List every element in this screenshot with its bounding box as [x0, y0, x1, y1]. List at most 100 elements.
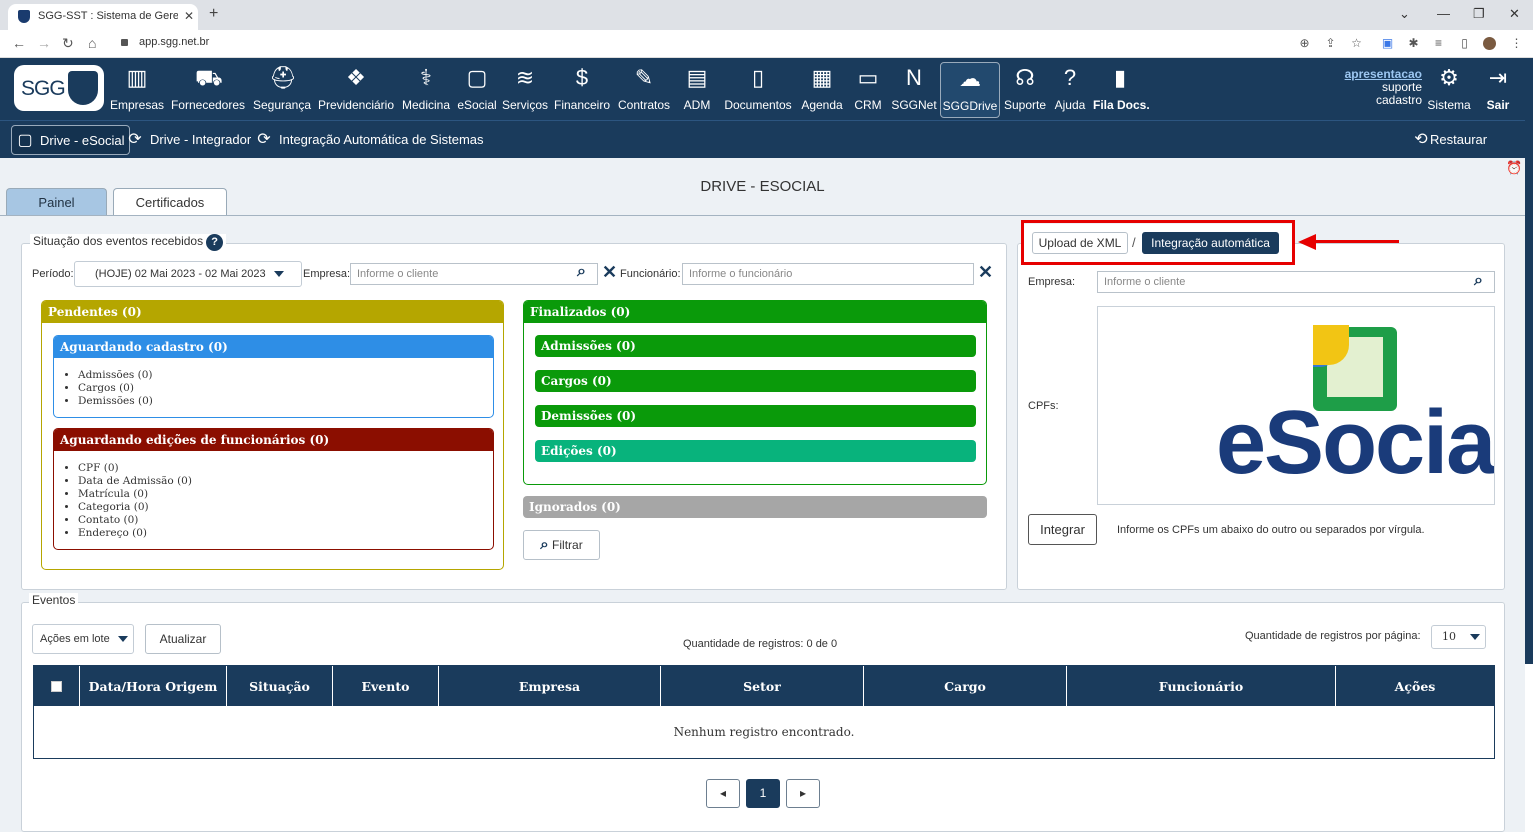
select-all-checkbox[interactable]	[51, 680, 62, 692]
module-contratos[interactable]: ✎ Contratos	[617, 62, 671, 118]
clear-funcionario-icon[interactable]: ✕	[978, 262, 993, 283]
tab-search-icon[interactable]: ⌄	[1399, 6, 1410, 22]
module-adm[interactable]: ▤ ADM	[680, 62, 714, 118]
finalizados-demissoes[interactable]: Demissões (0)	[535, 405, 976, 427]
module-documentos[interactable]: ▯ Documentos	[722, 62, 794, 118]
sub-toolbar: ▢ Drive - eSocial ⟳ Drive - Integrador ⟳ In…	[0, 120, 1525, 158]
edicoes-list: CPF (0) Data de Admissão (0) Matrícula (…	[54, 462, 192, 540]
search-icon[interactable]: ⌕	[577, 263, 586, 281]
module-medicina[interactable]: ⚕ Medicina	[400, 62, 452, 118]
tab-painel[interactable]: Painel	[6, 188, 107, 216]
acoes-lote-select[interactable]: Ações em lote	[32, 624, 134, 654]
url-field[interactable]: app.sgg.net.br	[139, 36, 209, 48]
filtrar-button[interactable]: ⌕ Filtrar	[523, 530, 600, 560]
finalizados-header[interactable]: Finalizados (0)	[524, 301, 986, 323]
list-item[interactable]: Cargos (0)	[78, 382, 153, 395]
home-icon[interactable]: ⌂	[88, 35, 96, 51]
integ-empresa-input[interactable]: Informe o cliente	[1097, 271, 1495, 293]
reload-icon[interactable]: ↻	[62, 35, 74, 52]
finalizados-admissoes[interactable]: Admissões (0)	[535, 335, 976, 357]
new-tab-icon[interactable]: +	[209, 5, 218, 23]
restaurar-button[interactable]: ⟲ Restaurar	[1412, 125, 1487, 155]
page-1-button[interactable]: 1	[746, 779, 780, 808]
sistema-button[interactable]: ⚙ Sistema	[1424, 62, 1474, 118]
list-item[interactable]: Data de Admissão (0)	[78, 475, 192, 488]
tab-certificados[interactable]: Certificados	[113, 188, 227, 216]
browser-tab[interactable]: SGG-SST : Sistema de Gerenciam ✕	[8, 4, 198, 30]
ignorados-bar[interactable]: Ignorados (0)	[523, 496, 987, 518]
integrar-button[interactable]: Integrar	[1028, 514, 1097, 545]
module-suporte[interactable]: ☊ Suporte	[1003, 62, 1047, 118]
pendentes-header[interactable]: Pendentes (0)	[42, 301, 503, 323]
cpfs-textarea[interactable]: eSocial	[1097, 306, 1495, 505]
module-financeiro[interactable]: $ Financeiro	[553, 62, 611, 118]
side-panel-icon[interactable]: ▯	[1458, 37, 1471, 50]
list-item[interactable]: Contato (0)	[78, 514, 192, 527]
vertical-scrollbar[interactable]	[1525, 58, 1533, 664]
col-evento[interactable]: Evento	[332, 666, 438, 706]
module-fila-docs[interactable]: ▮ Fila Docs.	[1093, 62, 1150, 118]
qtd-por-pagina-select[interactable]: 10	[1431, 625, 1486, 649]
maximize-icon[interactable]: ❐	[1473, 6, 1485, 22]
list-item[interactable]: Admissões (0)	[78, 369, 153, 382]
subnav-integracao-automatica[interactable]: ⟳ Integração Automática de Sistemas	[255, 125, 483, 155]
module-empresas[interactable]: ▥ Empresas	[109, 62, 165, 118]
zoom-icon[interactable]: ⊕	[1298, 37, 1311, 50]
translate-icon[interactable]: ▣	[1381, 37, 1394, 50]
col-setor[interactable]: Setor	[660, 666, 863, 706]
help-icon[interactable]: ?	[206, 234, 224, 251]
atualizar-button[interactable]: Atualizar	[145, 624, 221, 654]
module-ajuda[interactable]: ? Ajuda	[1053, 62, 1087, 118]
col-empresa[interactable]: Empresa	[438, 666, 660, 706]
funcionario-input[interactable]: Informe o funcionário	[682, 263, 974, 285]
share-icon[interactable]: ⇪	[1324, 37, 1337, 50]
clear-empresa-icon[interactable]: ✕	[602, 262, 617, 283]
module-esocial[interactable]: ▢ eSocial	[457, 62, 497, 118]
close-window-icon[interactable]: ✕	[1509, 6, 1520, 22]
menu-kebab-icon[interactable]: ⋮	[1510, 37, 1523, 50]
module-servi-os[interactable]: ≋ Serviços	[502, 62, 548, 118]
module-agenda[interactable]: ▦ Agenda	[800, 62, 844, 118]
finalizados-cargos[interactable]: Cargos (0)	[535, 370, 976, 392]
aguardando-edicoes-header[interactable]: Aguardando edições de funcionários (0)	[54, 429, 493, 451]
module-fornecedores[interactable]: ⛟ Fornecedores	[170, 62, 246, 118]
aguardando-cadastro-header[interactable]: Aguardando cadastro (0)	[54, 336, 493, 358]
forward-icon[interactable]: →	[37, 35, 51, 51]
browser-tabstrip: SGG-SST : Sistema de Gerenciam ✕ + ⌄ — ❐…	[0, 0, 1533, 30]
col-funcionario[interactable]: Funcionário	[1066, 666, 1335, 706]
col-data-hora[interactable]: Data/Hora Origem	[79, 666, 226, 706]
empresa-input[interactable]: Informe o cliente	[350, 263, 598, 285]
minimize-icon[interactable]: —	[1437, 6, 1450, 21]
list-item[interactable]: Categoria (0)	[78, 501, 192, 514]
profile-avatar[interactable]	[1483, 37, 1496, 50]
next-page-button[interactable]: ▸	[786, 779, 820, 808]
list-item[interactable]: Matrícula (0)	[78, 488, 192, 501]
extensions-icon[interactable]: ✱	[1407, 37, 1420, 50]
alarm-icon[interactable]: ⏰	[1506, 160, 1522, 176]
list-item[interactable]: Demissões (0)	[78, 395, 153, 408]
module-previdenci-rio[interactable]: ❖ Previdenciário	[316, 62, 396, 118]
sgg-logo[interactable]: SGG	[14, 65, 104, 111]
finalizados-edicoes[interactable]: Edições (0)	[535, 440, 976, 462]
back-icon[interactable]: ←	[12, 35, 26, 51]
reading-list-icon[interactable]: ≡	[1432, 37, 1445, 50]
module-crm[interactable]: ▭ CRM	[853, 62, 883, 118]
col-cargo[interactable]: Cargo	[863, 666, 1066, 706]
prev-page-button[interactable]: ◂	[706, 779, 740, 808]
list-item[interactable]: CPF (0)	[78, 462, 192, 475]
col-acoes[interactable]: Ações	[1335, 666, 1494, 706]
helmet-icon: ⛑	[269, 65, 297, 90]
close-tab-icon[interactable]: ✕	[184, 9, 194, 23]
bookmark-star-icon[interactable]: ☆	[1350, 37, 1363, 50]
subnav-drive-esocial[interactable]: ▢ Drive - eSocial	[11, 125, 130, 155]
module-seguran-a[interactable]: ⛑ Segurança	[251, 62, 313, 118]
col-situacao[interactable]: Situação	[226, 666, 332, 706]
list-item[interactable]: Endereço (0)	[78, 527, 192, 540]
page-content: DRIVE - ESOCIAL ⏰ Painel Certificados Si…	[0, 158, 1525, 832]
periodo-select[interactable]: (HOJE) 02 Mai 2023 - 02 Mai 2023	[74, 261, 302, 287]
sair-button[interactable]: ⇥ Sair	[1480, 62, 1516, 118]
module-sggdrive[interactable]: ☁ SGGDrive	[940, 62, 1000, 118]
search-icon[interactable]: ⌕	[1474, 272, 1483, 290]
module-sggnet[interactable]: N SGGNet	[891, 62, 937, 118]
subnav-drive-integrador[interactable]: ⟳ Drive - Integrador	[126, 125, 251, 155]
